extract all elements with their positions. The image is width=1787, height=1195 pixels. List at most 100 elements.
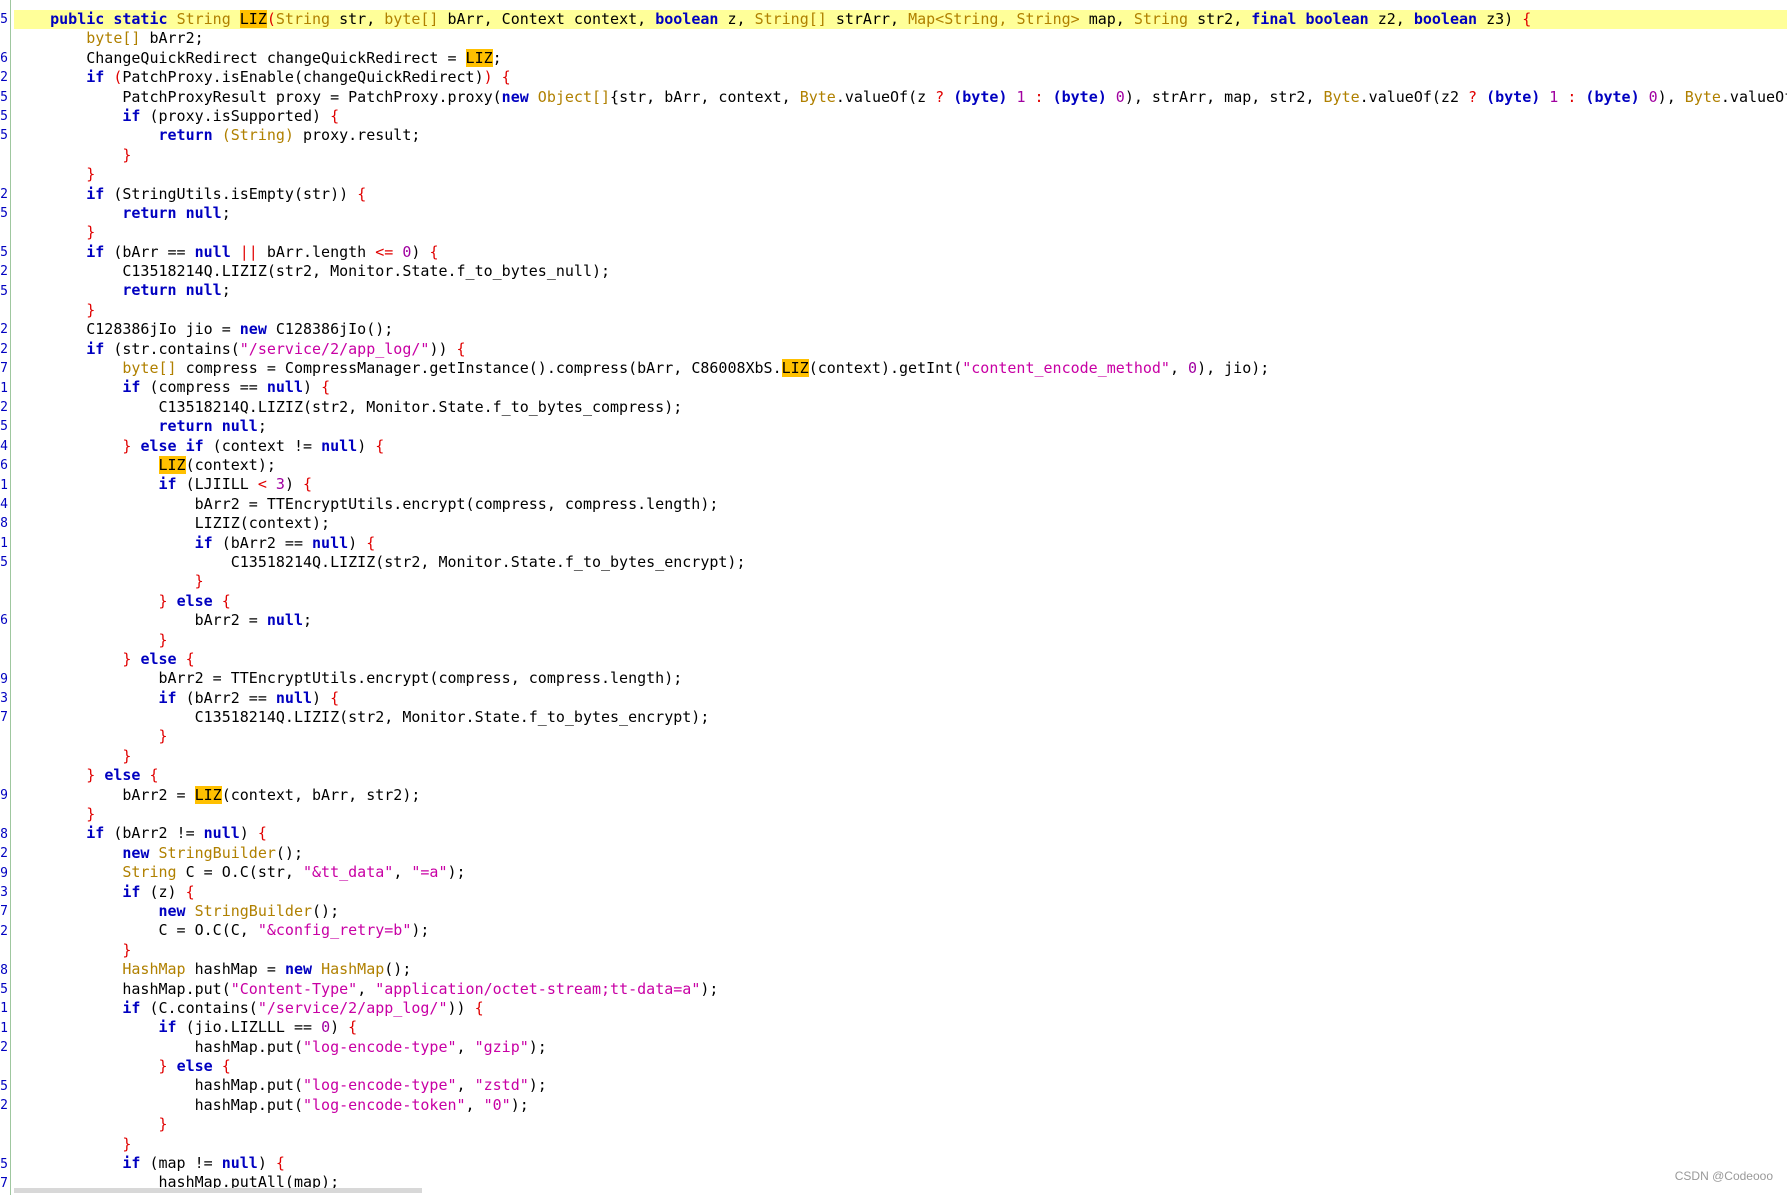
line-number: 5 — [0, 1079, 8, 1094]
code-token: , — [357, 979, 376, 998]
code-token: )) — [447, 998, 475, 1017]
code-token: ), jio); — [1197, 359, 1270, 378]
code-token: (context); — [185, 455, 276, 474]
code-line: if (bArr2 != null) { — [14, 824, 1787, 843]
line-number — [0, 301, 8, 320]
code-token: .valueOf(z3 — [1720, 87, 1787, 106]
code-token: } — [158, 1115, 168, 1134]
code-token: bArr, Context context, — [438, 10, 656, 28]
code-token: } — [122, 1134, 132, 1153]
code-token: { — [221, 591, 231, 610]
line-number — [0, 1116, 8, 1135]
line-number: 1 — [0, 535, 8, 551]
code-token: PatchProxyResult proxy = PatchProxy.prox… — [14, 87, 502, 106]
horizontal-scrollbar[interactable] — [14, 1188, 422, 1193]
code-token: ); — [411, 921, 430, 940]
code-token: ), — [1657, 87, 1685, 106]
code-token: } — [86, 805, 96, 824]
code-token: boolean — [655, 10, 719, 28]
code-token: { — [501, 68, 511, 87]
code-line: new StringBuilder(); — [14, 844, 1787, 863]
code-token: hashMap = — [185, 960, 285, 979]
code-line: String C = O.C(str, "&tt_data", "=a"); — [14, 863, 1787, 882]
code-token: 1 — [1549, 87, 1559, 106]
code-line: if (bArr2 == null) { — [14, 534, 1787, 553]
code-line: hashMap.put("Content-Type", "application… — [14, 980, 1787, 999]
code-token: z, — [718, 10, 755, 28]
line-number — [0, 728, 8, 747]
code-token: "0" — [483, 1095, 511, 1114]
code-line: LIZIZ(context); — [14, 514, 1787, 533]
code-line: hashMap.put("log-encode-type", "zstd"); — [14, 1076, 1787, 1095]
code-token: else — [176, 1057, 213, 1076]
code-line: C128386jIo jio = new C128386jIo(); — [14, 320, 1787, 339]
code-editor[interactable]: 5625552552522712546148156937982937285112… — [0, 0, 1787, 1195]
line-number — [0, 1058, 8, 1077]
code-token: new — [501, 87, 529, 106]
code-token: bArr2 = — [14, 611, 267, 630]
code-line: return null; — [14, 281, 1787, 300]
code-token: } — [86, 766, 96, 785]
code-token: proxy.result; — [293, 126, 421, 145]
code-token: bArr2 = TTEncryptUtils.encrypt(compress,… — [14, 494, 719, 513]
code-token: "/service/2/app_log/" — [257, 998, 448, 1017]
code-token: if — [158, 1018, 177, 1037]
line-number: 2 — [0, 923, 8, 939]
code-token: boolean — [1413, 10, 1478, 28]
code-token: (C.contains( — [140, 998, 258, 1017]
code-line: C = O.C(C, "&config_retry=b"); — [14, 921, 1787, 940]
code-token: (z) — [140, 882, 186, 901]
code-token: 0 — [1188, 359, 1198, 378]
code-token: byte[] — [384, 10, 439, 28]
code-token: } — [158, 591, 168, 610]
code-token: "content_encode_method" — [962, 359, 1170, 378]
code-token: String — [176, 10, 231, 28]
code-token: new — [158, 901, 186, 920]
code-token: || — [239, 242, 258, 261]
code-line: } — [14, 223, 1787, 242]
code-line: hashMap.put("log-encode-token", "0"); — [14, 1096, 1787, 1115]
code-token: (bArr2 != — [104, 824, 204, 843]
code-token: return null — [122, 203, 222, 222]
code-token: ); — [528, 1037, 547, 1056]
code-token: { — [275, 1154, 285, 1173]
code-token: { — [257, 824, 267, 843]
code-token: map, — [1079, 10, 1134, 28]
code-token: ); — [528, 1076, 547, 1095]
code-line: if (StringUtils.isEmpty(str)) { — [14, 185, 1787, 204]
code-token: } — [86, 223, 96, 242]
code-token: if — [122, 882, 141, 901]
line-number — [0, 1135, 8, 1154]
code-token: if — [122, 998, 141, 1017]
code-token: str2, — [1188, 10, 1252, 28]
code-token: , — [456, 1076, 475, 1095]
code-token: if — [86, 184, 105, 203]
code-token: (); — [275, 843, 303, 862]
code-token: if — [122, 378, 141, 397]
code-token: { — [149, 766, 159, 785]
code-token: compress = CompressManager.getInstance()… — [176, 359, 782, 378]
code-token: ? — [1468, 87, 1478, 106]
code-token: null — [221, 1154, 258, 1173]
line-number: 8 — [0, 516, 8, 532]
code-token: (byte) — [1585, 87, 1640, 106]
code-token: (StringUtils.isEmpty(str)) — [104, 184, 358, 203]
code-token: ); — [447, 863, 466, 882]
code-area[interactable]: public static String LIZ(String str, byt… — [14, 10, 1787, 1193]
